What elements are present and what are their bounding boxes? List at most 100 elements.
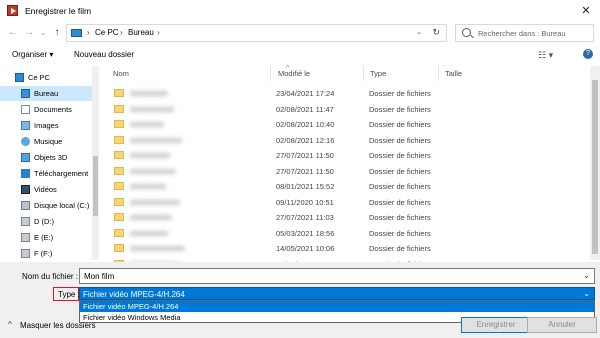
search-placeholder: Rechercher dans : Bureau bbox=[478, 29, 566, 38]
row-modified-date: 27/07/2021 11:50 bbox=[276, 166, 334, 176]
type-select[interactable]: Fichier vidéo MPEG-4/H.264 ⌄ bbox=[79, 287, 595, 300]
filename-value: Mon film bbox=[84, 272, 115, 281]
sidebar-item-disque-c[interactable]: Disque local (C:) bbox=[0, 198, 92, 213]
new-folder-button[interactable]: Nouveau dossier bbox=[74, 50, 134, 59]
filename-label: Nom du fichier : bbox=[22, 272, 79, 281]
close-button[interactable]: ✕ bbox=[578, 3, 594, 19]
breadcrumb-ce-pc[interactable]: Ce PC bbox=[95, 28, 119, 37]
recent-locations-icon[interactable]: ⌄ bbox=[36, 26, 50, 40]
row-modified-date: 08/01/2021 15:52 bbox=[276, 182, 335, 191]
desktop-folder-icon bbox=[21, 89, 30, 98]
row-type: Dossier de fichiers bbox=[369, 120, 431, 129]
column-size[interactable]: Taille bbox=[445, 69, 462, 78]
chevron-up-icon[interactable]: ^ bbox=[8, 320, 12, 329]
blurred-folder-name bbox=[130, 215, 172, 220]
table-row[interactable]: 09/11/2020 10:51 Dossier de fichiers bbox=[100, 195, 580, 211]
table-row[interactable]: 23/04/2021 17:24 Dossier de fichiers bbox=[100, 86, 580, 102]
row-type: Dossier de fichiers bbox=[369, 89, 431, 98]
address-row: ← → ⌄ ↑ › Ce PC › Bureau › ⌄ ↻ Recherche… bbox=[0, 22, 600, 46]
table-row[interactable]: 02/08/2021 11:47 Dossier de fichiers bbox=[100, 102, 580, 118]
row-type: Dossier de fichiers bbox=[369, 228, 431, 238]
type-option-mpeg4[interactable]: Fichier vidéo MPEG-4/H.264 bbox=[80, 301, 594, 312]
sidebar-item-bureau[interactable]: Bureau bbox=[0, 86, 92, 101]
sidebar-item-videos[interactable]: Vidéos bbox=[0, 182, 92, 197]
sidebar-item-objets-3d[interactable]: Objets 3D bbox=[0, 150, 92, 165]
chevron-down-icon[interactable]: ⌄ bbox=[583, 289, 590, 298]
sidebar-item-telechargements[interactable]: Téléchargement bbox=[0, 166, 92, 181]
sidebar-item-musique[interactable]: Musique bbox=[0, 134, 92, 149]
sidebar-item-f[interactable]: F (F:) bbox=[0, 246, 92, 261]
sidebar-item-e[interactable]: E (E:) bbox=[0, 230, 92, 245]
filename-input[interactable]: Mon film ⌄ bbox=[79, 268, 595, 284]
table-row[interactable]: 27/07/2021 11:50 Dossier de fichiers bbox=[100, 148, 580, 164]
row-type: Dossier de fichiers bbox=[369, 182, 431, 191]
row-type: Dossier de fichiers bbox=[369, 213, 431, 222]
row-type: Dossier de fichiers bbox=[369, 151, 431, 160]
sidebar-item-ce-pc[interactable]: Ce PC bbox=[0, 70, 92, 85]
folder-icon bbox=[114, 120, 124, 128]
back-arrow-icon[interactable]: ← bbox=[6, 26, 20, 40]
column-type[interactable]: Type bbox=[370, 69, 386, 78]
column-divider[interactable] bbox=[270, 66, 271, 81]
table-row[interactable]: 05/03/2021 18:56 Dossier de fichiers bbox=[100, 226, 580, 242]
organize-button[interactable]: Organiser ▾ bbox=[12, 50, 53, 59]
sidebar-item-label: F (F:) bbox=[34, 249, 53, 258]
address-bar[interactable]: › Ce PC › Bureau › ⌄ ↻ bbox=[66, 24, 447, 42]
computer-icon bbox=[71, 29, 82, 37]
sidebar-item-documents[interactable]: Documents bbox=[0, 102, 92, 117]
blurred-folder-name bbox=[130, 106, 174, 112]
sidebar-item-d[interactable]: D (D:) bbox=[0, 214, 92, 229]
sidebar-scrollbar[interactable] bbox=[92, 66, 99, 260]
save-button[interactable]: Enregistrer bbox=[461, 317, 531, 333]
window-title: Enregistrer le film bbox=[25, 6, 92, 16]
table-row[interactable]: 27/07/2021 11:50 Dossier de fichiers bbox=[100, 164, 580, 180]
blurred-folder-name bbox=[130, 122, 164, 127]
search-input[interactable]: Rechercher dans : Bureau bbox=[455, 24, 594, 42]
column-name[interactable]: Nom bbox=[113, 69, 129, 78]
view-options-icon[interactable]: ☷ ▾ bbox=[538, 50, 553, 61]
table-row[interactable]: 02/08/2021 10:40 Dossier de fichiers bbox=[100, 117, 580, 133]
folder-icon bbox=[114, 213, 124, 221]
table-row[interactable]: 08/01/2021 15:52 Dossier de fichiers bbox=[100, 179, 580, 195]
hide-folders-link[interactable]: Masquer les dossiers bbox=[20, 321, 96, 330]
row-modified-date: 09/11/2020 10:51 bbox=[276, 197, 334, 207]
downloads-icon bbox=[21, 169, 30, 178]
drive-icon bbox=[21, 201, 30, 210]
cancel-button[interactable]: Annuler bbox=[527, 317, 597, 333]
chevron-down-icon[interactable]: ⌄ bbox=[583, 271, 590, 280]
file-list-scrollbar[interactable] bbox=[590, 66, 600, 260]
column-divider[interactable] bbox=[363, 66, 364, 81]
breadcrumb-bureau[interactable]: Bureau bbox=[128, 28, 154, 37]
sidebar-item-images[interactable]: Images bbox=[0, 118, 92, 133]
drive-icon bbox=[21, 217, 30, 226]
table-row[interactable]: 27/07/2021 11:03 Dossier de fichiers bbox=[100, 210, 580, 226]
folder-icon bbox=[114, 89, 124, 97]
row-modified-date: 02/08/2021 12:16 bbox=[276, 135, 335, 145]
table-row[interactable]: 02/08/2021 12:16 Dossier de fichiers bbox=[100, 133, 580, 149]
up-arrow-icon[interactable]: ↑ bbox=[50, 26, 64, 40]
table-row[interactable]: 14/05/2021 10:06 Dossier de fichiers bbox=[100, 241, 580, 257]
column-modified[interactable]: Modifié le bbox=[278, 69, 310, 78]
help-icon[interactable]: ? bbox=[583, 49, 593, 59]
refresh-icon[interactable]: ↻ bbox=[432, 27, 440, 38]
chevron-down-icon[interactable]: ⌄ bbox=[416, 28, 422, 36]
blurred-folder-name bbox=[130, 230, 168, 236]
folder-icon bbox=[114, 197, 124, 206]
breadcrumb-separator[interactable]: › bbox=[87, 28, 90, 37]
file-list-scrollbar-thumb[interactable] bbox=[592, 80, 598, 254]
title-bar: Enregistrer le film ✕ bbox=[0, 0, 600, 22]
breadcrumb-separator[interactable]: › bbox=[120, 28, 123, 37]
folder-icon bbox=[114, 228, 124, 237]
forward-arrow-icon[interactable]: → bbox=[22, 26, 36, 40]
blurred-folder-name bbox=[130, 168, 176, 174]
search-icon bbox=[462, 28, 471, 37]
blurred-folder-name bbox=[130, 199, 180, 205]
column-divider[interactable] bbox=[438, 66, 439, 81]
type-select-value: Fichier vidéo MPEG-4/H.264 bbox=[83, 289, 185, 299]
column-header: ^ Nom Modifié le Type Taille bbox=[100, 65, 590, 81]
computer-icon bbox=[15, 73, 24, 82]
breadcrumb-separator[interactable]: › bbox=[157, 28, 160, 37]
documents-icon bbox=[21, 105, 30, 114]
folder-icon bbox=[114, 135, 124, 144]
sidebar-scrollbar-thumb[interactable] bbox=[93, 156, 98, 216]
